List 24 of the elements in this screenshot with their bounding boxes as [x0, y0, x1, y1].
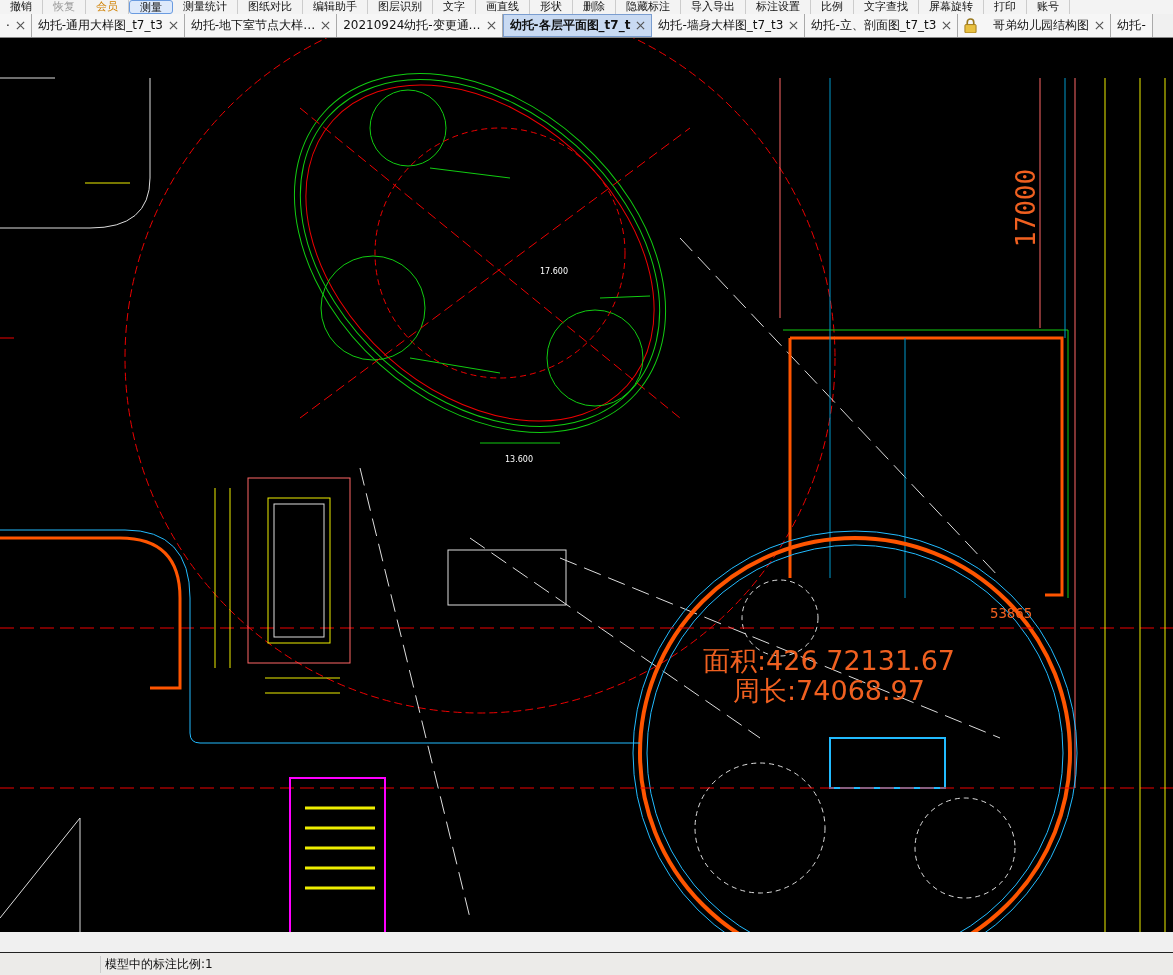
elevation-text: 13.600: [505, 455, 533, 464]
perimeter-measurement-text: 周长:74068.97: [733, 675, 925, 706]
document-tab[interactable]: ·: [0, 14, 32, 37]
close-icon[interactable]: [15, 21, 25, 30]
close-icon[interactable]: [942, 21, 952, 30]
document-tab[interactable]: 幼托-立、剖面图_t7_t3: [805, 14, 959, 37]
document-tab[interactable]: 幼托-各层平面图_t7_t: [502, 14, 653, 37]
document-tab[interactable]: 幼托-墙身大样图_t7_t3: [652, 14, 806, 37]
document-tab[interactable]: 幼托-通用大样图_t7_t3: [31, 14, 185, 37]
document-tab[interactable]: 20210924幼托-变更通…: [337, 14, 503, 37]
close-icon[interactable]: [168, 21, 178, 30]
dimension-text: 17000: [1011, 168, 1041, 248]
close-icon[interactable]: [1095, 21, 1105, 30]
area-measurement-text: 面积:426 72131.67: [703, 645, 956, 676]
document-tab[interactable]: 哥弟幼儿园结构图: [958, 14, 1112, 37]
toolbar-button[interactable]: 测量: [129, 0, 173, 14]
document-tab[interactable]: 幼托-地下室节点大样…: [184, 14, 338, 37]
close-icon[interactable]: [486, 21, 496, 30]
elevation-text: 17.600: [540, 267, 568, 276]
close-icon[interactable]: [789, 21, 799, 30]
document-tab[interactable]: 幼托-: [1111, 14, 1153, 37]
close-icon[interactable]: [636, 21, 646, 30]
close-icon[interactable]: [321, 21, 331, 30]
annotation-scale-text: 模型中的标注比例:1: [100, 955, 213, 973]
